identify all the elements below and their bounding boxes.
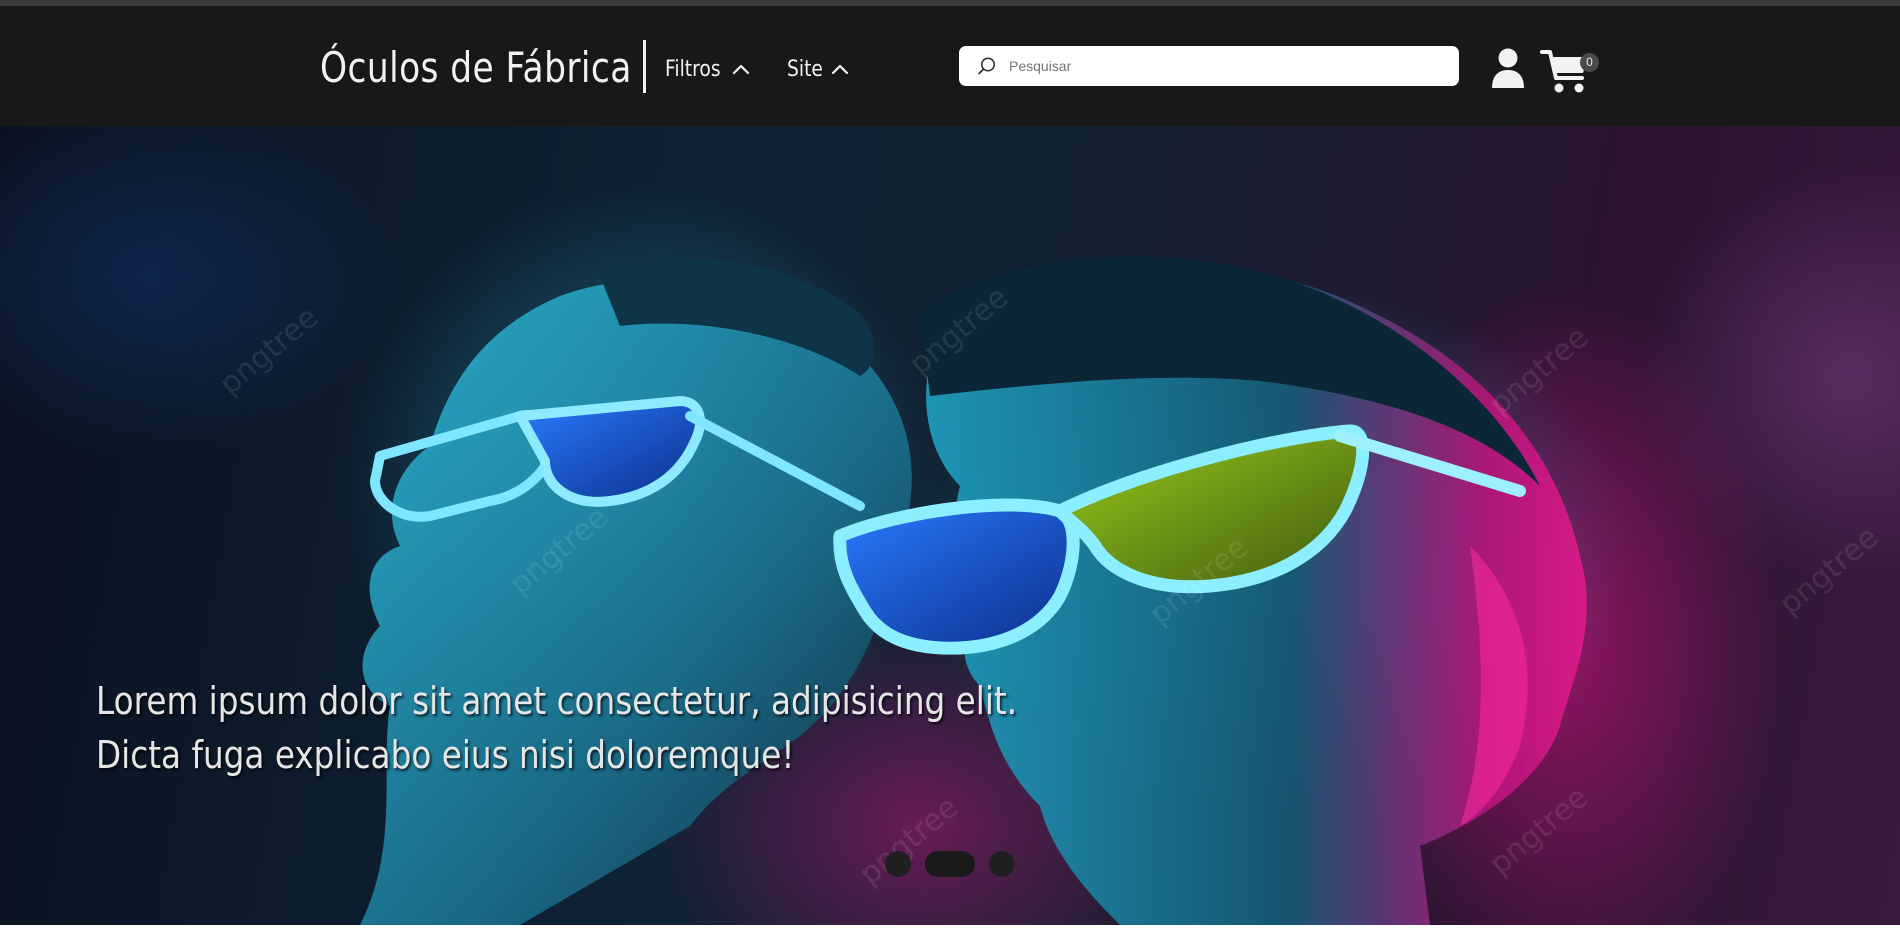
svg-text:pngtree: pngtree (1773, 520, 1885, 622)
user-icon[interactable] (1490, 48, 1526, 90)
svg-text:pngtree: pngtree (1483, 320, 1595, 422)
search-icon (978, 57, 995, 75)
carousel-dot-1[interactable] (885, 851, 911, 877)
chevron-up-icon (832, 64, 849, 75)
nav-site-dropdown[interactable]: Site (787, 54, 849, 84)
nav-filtros-label: Filtros (665, 56, 721, 82)
hero-caption-line-1: Lorem ipsum dolor sit amet consectetur, … (96, 679, 1018, 723)
cart-button[interactable]: 0 (1540, 46, 1602, 101)
hero-caption: Lorem ipsum dolor sit amet consectetur, … (96, 674, 1056, 782)
carousel-dot-3[interactable] (989, 851, 1015, 877)
nav-filtros-dropdown[interactable]: Filtros (665, 54, 750, 84)
cart-count-badge: 0 (1580, 53, 1599, 72)
chevron-up-icon (733, 64, 750, 75)
search-input[interactable] (1007, 57, 1441, 75)
hero-carousel: pngtree pngtree pngtree pngtree pngtree … (0, 126, 1900, 925)
top-navbar: Óculos de Fábrica Filtros Site 0 (0, 6, 1900, 126)
hero-image: pngtree pngtree pngtree pngtree pngtree … (213, 256, 1885, 925)
svg-text:pngtree: pngtree (213, 300, 325, 402)
page-bottom-edge (0, 925, 1900, 931)
brand-logo-text[interactable]: Óculos de Fábrica (320, 40, 632, 96)
search-bar (959, 46, 1459, 86)
carousel-indicators (885, 850, 1015, 878)
hero-caption-line-2: Dicta fuga explicabo eius nisi doloremqu… (96, 733, 795, 777)
nav-divider (643, 40, 646, 93)
nav-site-label: Site (787, 56, 823, 82)
carousel-dot-2-active[interactable] (925, 851, 975, 877)
